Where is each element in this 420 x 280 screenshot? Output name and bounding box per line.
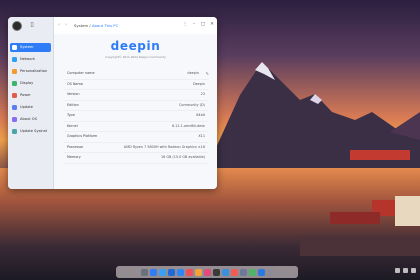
info-value: deepin	[187, 71, 199, 75]
info-row: Edition Community (D)	[63, 101, 209, 111]
sidebar-item-icon	[12, 81, 17, 86]
file-manager-icon[interactable]	[158, 268, 166, 276]
main-panel: ‹ › System / About This PC ⋮ – □ ✕ deepi…	[54, 17, 217, 189]
info-value: AMD Ryzen 7 5800H with Radeon Graphics ×…	[123, 144, 205, 149]
sidebar-item-label: Power	[20, 93, 31, 97]
sidebar-item-label: Update Sysinst	[20, 129, 47, 133]
sidebar-item-icon	[12, 93, 17, 98]
info-key: Type	[67, 113, 75, 117]
manual-icon[interactable]	[257, 268, 265, 276]
info-value: 23	[200, 92, 205, 96]
sidebar-item-icon	[12, 57, 17, 62]
deepin-logo-text: deepin	[110, 39, 161, 53]
settings-icon[interactable]	[239, 268, 247, 276]
info-row: Computer name deepin ✎	[63, 69, 209, 80]
info-row: Processor AMD Ryzen 7 5800H with Radeon G…	[63, 143, 209, 153]
info-key: OS Name	[67, 81, 83, 86]
sidebar-item-personalization[interactable]: Personalization	[10, 67, 51, 76]
sidebar-item-about-os[interactable]: About OS	[10, 115, 51, 124]
sidebar-item-system[interactable]: System	[10, 43, 51, 52]
breadcrumb: System / About This PC	[74, 23, 118, 28]
info-value: X11	[198, 134, 205, 138]
mail-icon[interactable]	[221, 268, 229, 276]
sidebar-item-icon	[12, 117, 17, 122]
launcher-icon[interactable]	[140, 268, 148, 276]
video-icon[interactable]	[203, 268, 211, 276]
editor-icon[interactable]	[248, 268, 256, 276]
breadcrumb-system[interactable]: System	[74, 23, 88, 28]
info-key: Memory	[67, 155, 81, 159]
breadcrumb-separator: /	[89, 23, 91, 28]
sidebar-item-label: Update	[20, 105, 34, 109]
forward-icon[interactable]: ›	[65, 22, 67, 28]
sidebar-item-icon	[12, 129, 17, 134]
info-row: Memory 16 GB (15.0 GB available)	[63, 153, 209, 164]
deepin-logo-icon[interactable]	[12, 21, 22, 31]
sidebar-item-display[interactable]: Display	[10, 79, 51, 88]
info-row: Graphics Platform X11	[63, 132, 209, 143]
edit-icon[interactable]: ✎	[206, 69, 209, 79]
info-value: 16 GB (15.0 GB available)	[160, 155, 205, 159]
sidebar-toggle-icon[interactable]: ▯	[28, 21, 36, 28]
sidebar-header: ▯	[8, 17, 53, 34]
multitask-icon[interactable]	[149, 268, 157, 276]
info-key: Computer name	[67, 71, 95, 75]
system-info-list: Computer name deepin ✎ OS Name Deepin Version…	[63, 69, 209, 164]
info-row: Type 64bit	[63, 111, 209, 122]
sidebar-item-label: Personalization	[20, 69, 48, 73]
copyright-text: Copyright© 2011-2024 Deepin Community	[105, 55, 166, 59]
sidebar-item-label: About OS	[20, 117, 37, 121]
breadcrumb-current: About This PC	[91, 23, 119, 28]
info-value: 6.12.1-amd64-desk	[171, 123, 205, 128]
sidebar-item-icon	[12, 69, 17, 74]
close-button[interactable]: ✕	[209, 22, 215, 28]
info-value: Community (D)	[179, 102, 205, 107]
info-key: Edition	[67, 102, 79, 107]
sidebar-item-label: Network	[20, 57, 36, 61]
system-tray	[395, 268, 416, 273]
maximize-button[interactable]: □	[200, 22, 206, 28]
title-bar: ‹ › System / About This PC ⋮ – □ ✕	[54, 17, 217, 34]
notification-icon[interactable]	[411, 268, 416, 273]
terminal-icon[interactable]	[212, 268, 220, 276]
app-store-icon[interactable]	[176, 268, 184, 276]
menu-icon[interactable]: ⋮	[182, 22, 188, 28]
sidebar-item-label: Display	[20, 81, 34, 85]
taskbar-dock	[116, 266, 298, 278]
sidebar-item-update-sysinst[interactable]: Update Sysinst	[10, 127, 51, 136]
sidebar-item-icon	[12, 45, 17, 50]
info-value: 64bit	[196, 113, 205, 117]
browser-icon[interactable]	[167, 268, 175, 276]
sidebar-item-icon	[12, 105, 17, 110]
sidebar-item-network[interactable]: Network	[10, 55, 51, 64]
sidebar-item-update[interactable]: Update	[10, 103, 51, 112]
network-icon[interactable]	[395, 268, 400, 273]
info-key: Kernel	[67, 123, 78, 128]
info-value: Deepin	[192, 81, 205, 86]
about-this-pc-window: ▯ System Network Personalization Display Pow…	[8, 17, 217, 189]
sidebar-list: System Network Personalization Display Power…	[10, 43, 51, 139]
info-row: Kernel 6.12.1-amd64-desk	[63, 122, 209, 132]
sidebar: ▯ System Network Personalization Display Pow…	[8, 17, 54, 189]
calendar-icon[interactable]	[230, 268, 238, 276]
back-icon[interactable]: ‹	[58, 22, 60, 28]
info-row: Version 23	[63, 90, 209, 101]
info-key: Processor	[67, 144, 84, 149]
info-key: Graphics Platform	[67, 134, 98, 138]
sidebar-item-label: System	[20, 45, 34, 49]
sidebar-item-power[interactable]: Power	[10, 91, 51, 100]
minimize-button[interactable]: –	[191, 22, 197, 28]
info-row: OS Name Deepin	[63, 80, 209, 90]
info-key: Version	[67, 92, 80, 96]
photos-icon[interactable]	[194, 268, 202, 276]
volume-icon[interactable]	[403, 268, 408, 273]
music-icon[interactable]	[185, 268, 193, 276]
trash-icon[interactable]	[266, 268, 274, 276]
